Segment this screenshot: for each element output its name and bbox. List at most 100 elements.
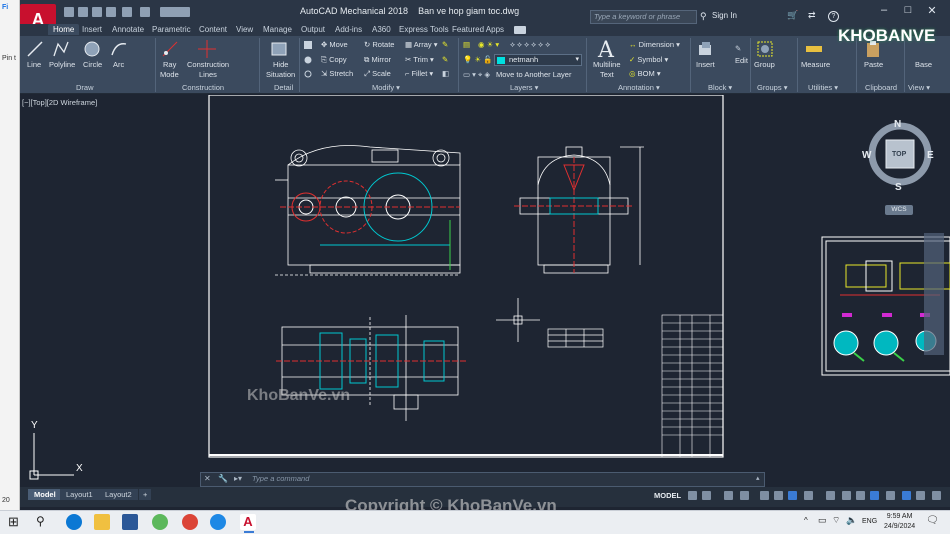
tab-layout2[interactable]: Layout2	[99, 489, 138, 500]
paste-button[interactable]: Paste	[864, 60, 883, 69]
base-view-button[interactable]: Base	[915, 60, 932, 69]
rotate-button[interactable]: ↻ Rotate	[364, 40, 394, 49]
mode-label[interactable]: Mode	[160, 70, 179, 79]
gear-icon[interactable]	[304, 56, 312, 64]
move-to-another-layer-button[interactable]: Move to Another Layer	[496, 70, 571, 79]
edit-button[interactable]: Edit	[735, 56, 748, 65]
clean-screen-icon[interactable]	[916, 491, 925, 500]
save-icon[interactable]	[92, 7, 102, 17]
text-label[interactable]: Text	[600, 70, 614, 79]
group-layers[interactable]: Layers ▾	[510, 83, 538, 92]
tab-view[interactable]: View	[236, 25, 253, 34]
group-modify[interactable]: Modify ▾	[372, 83, 400, 92]
command-recent-icon[interactable]: ▸▾	[234, 474, 242, 483]
tab-annotate[interactable]: Annotate	[112, 25, 144, 34]
chevron-up-icon[interactable]: ▴	[756, 474, 760, 482]
battery-icon[interactable]: ▭	[818, 515, 827, 526]
circle-button[interactable]: Circle	[83, 60, 102, 69]
group-groups[interactable]: Groups ▾	[757, 83, 787, 92]
maximize-button[interactable]: □	[898, 4, 918, 18]
tab-manage[interactable]: Manage	[263, 25, 292, 34]
polyline-button[interactable]: Polyline	[49, 60, 75, 69]
tab-output[interactable]: Output	[301, 25, 325, 34]
group-annotation[interactable]: Annotation ▾	[618, 83, 660, 92]
windows-start-icon[interactable]: ⊞	[8, 514, 19, 530]
layer-tools-icon[interactable]: ⟡ ⟡ ⟡ ⟡ ⟡ ⟡	[510, 40, 550, 50]
array-button[interactable]: ▦ Array ▾	[405, 40, 438, 49]
group-draw[interactable]: Draw	[76, 83, 94, 92]
symbol-button[interactable]: ✓ Symbol ▾	[629, 55, 668, 64]
line-icon[interactable]	[26, 40, 44, 58]
layer-match-icon[interactable]: ▭ ▾ ⌖ ◈	[463, 70, 490, 80]
zalo-icon[interactable]	[210, 514, 226, 530]
group-view[interactable]: View ▾	[908, 83, 930, 92]
isolate-icon[interactable]	[886, 491, 895, 500]
circle-icon[interactable]	[83, 40, 101, 58]
ribbon-toggle-icon[interactable]	[514, 26, 526, 34]
wcs-menu[interactable]: WCS	[885, 205, 913, 215]
tab-add-ins[interactable]: Add-ins	[335, 25, 362, 34]
help-button[interactable]: ?	[828, 11, 839, 22]
tab-home[interactable]: Home	[48, 24, 80, 35]
group-icon[interactable]	[756, 40, 774, 58]
viewcube-south[interactable]: S	[895, 182, 902, 193]
group-clipboard[interactable]: Clipboard	[865, 83, 897, 92]
edge-browser-icon[interactable]	[66, 514, 82, 530]
system-clock[interactable]: 9:59 AM 24/9/2024	[884, 512, 915, 532]
modify-tool-icon[interactable]: ◧	[442, 69, 449, 78]
osnap-icon[interactable]	[760, 491, 769, 500]
situation-label[interactable]: Situation	[266, 70, 295, 79]
grid-icon[interactable]	[688, 491, 697, 500]
stretch-button[interactable]: ⇲ Stretch	[321, 69, 353, 78]
search-icon[interactable]: ⚲	[36, 514, 45, 528]
layer-icon[interactable]: 💡 ☀ 🔓	[463, 55, 493, 64]
customization-icon[interactable]	[932, 491, 941, 500]
workspace-icon[interactable]	[870, 491, 879, 500]
hide-button[interactable]: Hide	[273, 60, 288, 69]
chrome-icon[interactable]	[182, 514, 198, 530]
selection-cycling-icon[interactable]	[826, 491, 835, 500]
tab-content[interactable]: Content	[199, 25, 227, 34]
transparency-icon[interactable]	[804, 491, 813, 500]
tab-parametric[interactable]: Parametric	[152, 25, 191, 34]
notifications-icon[interactable]: 🗨	[926, 515, 939, 526]
layer-dropdown[interactable]: netmanh ▾	[494, 54, 582, 66]
network-icon[interactable]: ⌔	[832, 515, 840, 526]
arc-button[interactable]: Arc	[113, 60, 124, 69]
wrench-icon[interactable]	[304, 41, 312, 49]
edit-block-icon[interactable]: ✎	[735, 44, 741, 53]
open-icon[interactable]	[78, 7, 88, 17]
save-as-icon[interactable]	[106, 7, 116, 17]
construction-lines-icon[interactable]	[198, 40, 216, 58]
tab-insert[interactable]: Insert	[82, 25, 102, 34]
tab-featured-apps[interactable]: Featured Apps	[452, 25, 504, 34]
multiline-text-button[interactable]: Multiline	[593, 60, 621, 69]
scale-button[interactable]: ⤢ Scale	[364, 69, 391, 79]
wrench-icon[interactable]: 🔧	[218, 474, 228, 483]
language-indicator[interactable]: ENG	[862, 518, 877, 525]
copy-button[interactable]: ⎘ Copy	[321, 55, 347, 65]
add-layout-button[interactable]: +	[139, 489, 152, 500]
model-space-toggle[interactable]: MODEL	[654, 491, 681, 500]
background-app-pin[interactable]: Pin t	[2, 55, 16, 62]
tab-express-tools[interactable]: Express Tools	[399, 25, 449, 34]
new-icon[interactable]	[64, 7, 74, 17]
viewcube-east[interactable]: E	[927, 150, 934, 161]
viewcube-west[interactable]: W	[862, 150, 871, 161]
dimension-button[interactable]: ↔ Dimension ▾	[629, 40, 680, 49]
redo-icon[interactable]	[140, 7, 150, 17]
snap-icon[interactable]	[702, 491, 711, 500]
refresh-icon[interactable]	[304, 70, 312, 78]
viewcube-face-top[interactable]: TOP	[892, 151, 906, 158]
tab-layout1[interactable]: Layout1	[60, 489, 99, 500]
group-detail[interactable]: Detail	[274, 83, 293, 92]
annotation-scale-icon[interactable]	[856, 491, 865, 500]
file-explorer-icon[interactable]	[94, 514, 110, 530]
ortho-icon[interactable]	[724, 491, 733, 500]
close-button[interactable]: ✕	[922, 4, 942, 18]
volume-icon[interactable]: 🔈	[846, 515, 857, 526]
bom-button[interactable]: ◎ BOM ▾	[629, 69, 661, 78]
undo-icon[interactable]	[122, 7, 132, 17]
fillet-button[interactable]: ⌐ Fillet ▾	[405, 69, 433, 78]
arc-icon[interactable]	[110, 40, 128, 58]
